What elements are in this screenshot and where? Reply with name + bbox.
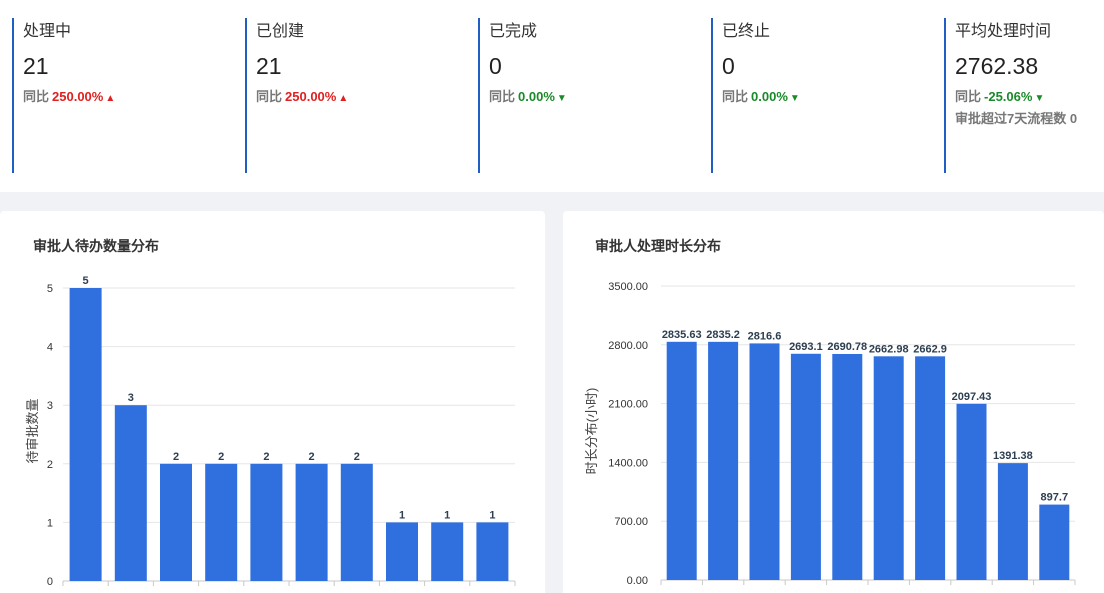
bar-value-label: 1391.38 xyxy=(993,450,1033,462)
bar-value-label: 1 xyxy=(444,509,450,521)
stat-title: 已完成 xyxy=(489,23,538,40)
bar-value-label: 1 xyxy=(489,509,495,521)
stat-card-processing[interactable]: 处理中 21 同比 250.00% ▲ xyxy=(12,18,232,173)
bar xyxy=(915,356,946,580)
stat-value: 0 xyxy=(489,53,502,79)
bar-value-label: 2 xyxy=(309,451,315,463)
bar xyxy=(476,522,509,581)
y-tick-label: 700.00 xyxy=(614,516,648,528)
bar xyxy=(340,463,373,581)
duration-chart-card: 审批人处理时长分布 0.00 700.00 1400.00 2100.00 2800.0… xyxy=(563,211,1104,593)
bar-value-label: 2662.9 xyxy=(913,343,947,355)
stat-compare: 同比 -25.06% ▼ xyxy=(955,89,1102,107)
bar xyxy=(160,463,192,581)
y-tick-label: 0 xyxy=(47,576,53,588)
trend-down-icon: ▼ xyxy=(789,93,800,104)
y-tick-label: 3 xyxy=(47,400,53,412)
bar xyxy=(997,463,1028,580)
bar-value-label: 2097.43 xyxy=(952,391,992,403)
bar-value-label: 2835.2 xyxy=(706,329,740,341)
bar xyxy=(205,463,238,581)
compare-percent: 250.00% xyxy=(52,89,104,104)
stat-value: 0 xyxy=(722,53,735,79)
bar-value-label: 3 xyxy=(128,392,134,404)
stat-compare: 同比 0.00% ▼ xyxy=(489,89,698,107)
bar-value-label: 2 xyxy=(354,451,360,463)
stat-card-terminated[interactable]: 已终止 0 同比 0.00% ▼ xyxy=(711,18,931,173)
bar-value-label: 2 xyxy=(173,451,179,463)
stat-compare: 同比 0.00% ▼ xyxy=(722,89,931,107)
y-tick-label: 4 xyxy=(47,342,53,354)
bar-value-label: 1 xyxy=(399,509,405,521)
y-tick-label: 1 xyxy=(47,517,53,529)
pending-count-bar-chart: 0 1 2 3 4 5 待审批数量 5 3 2 2 2 2 2 1 1 1 xyxy=(25,275,516,588)
bar xyxy=(295,463,328,581)
stat-title: 已创建 xyxy=(256,23,305,40)
y-tick-label: 3500.00 xyxy=(608,281,648,293)
bar xyxy=(114,405,147,581)
bar xyxy=(386,522,418,581)
bar-value-label: 2816.6 xyxy=(748,330,782,342)
bar xyxy=(1039,504,1070,580)
bar-value-label: 2690.78 xyxy=(827,341,867,353)
stat-value: 21 xyxy=(23,53,49,79)
bar-value-label: 2693.1 xyxy=(789,341,823,353)
compare-label: 同比 xyxy=(489,89,516,104)
trend-down-icon: ▼ xyxy=(556,93,567,104)
bar-value-label: 2835.63 xyxy=(662,329,702,341)
bar xyxy=(431,522,464,581)
stat-value: 2762.38 xyxy=(955,53,1039,79)
bar xyxy=(69,288,102,581)
compare-percent: -25.06% xyxy=(984,89,1033,104)
y-axis-title: 时长分布(小时) xyxy=(584,388,599,475)
trend-down-icon: ▼ xyxy=(1034,93,1045,104)
stat-value: 21 xyxy=(256,53,282,79)
bar-value-label: 897.7 xyxy=(1041,492,1069,504)
y-tick-label: 2100.00 xyxy=(608,399,648,411)
stat-card-completed[interactable]: 已完成 0 同比 0.00% ▼ xyxy=(478,18,698,173)
y-axis-title: 待审批数量 xyxy=(25,398,40,463)
bar-value-label: 2 xyxy=(218,451,224,463)
bar-value-label: 5 xyxy=(83,275,89,287)
bar-value-label: 2662.98 xyxy=(869,343,909,355)
stat-title: 处理中 xyxy=(23,23,72,40)
y-tick-label: 2800.00 xyxy=(608,340,648,352)
compare-percent: 0.00% xyxy=(751,89,788,104)
bar xyxy=(956,403,987,580)
stats-summary-bar: 处理中 21 同比 250.00% ▲ 已创建 21 同比 250.00% ▲ 已完成 … xyxy=(0,0,1104,192)
overdue-flows-note: 审批超过7天流程数 0 xyxy=(955,111,1078,126)
bar xyxy=(790,353,821,580)
stat-card-avg-time[interactable]: 平均处理时间 2762.38 同比 -25.06% ▼ 审批超过7天流程数 0 xyxy=(944,18,1102,173)
bar xyxy=(873,356,904,580)
compare-label: 同比 xyxy=(722,89,749,104)
bar xyxy=(708,341,739,580)
bar xyxy=(749,343,780,580)
compare-label: 同比 xyxy=(955,89,982,104)
y-tick-label: 5 xyxy=(47,283,53,295)
compare-percent: 250.00% xyxy=(285,89,337,104)
stat-compare: 同比 250.00% ▲ xyxy=(23,89,232,107)
bar-value-label: 2 xyxy=(263,451,269,463)
y-tick-label: 2 xyxy=(47,459,53,471)
stat-card-created[interactable]: 已创建 21 同比 250.00% ▲ xyxy=(245,18,465,173)
stat-title: 已终止 xyxy=(722,23,771,40)
bar xyxy=(666,341,697,580)
stat-title: 平均处理时间 xyxy=(955,23,1052,40)
bar xyxy=(250,463,283,581)
compare-percent: 0.00% xyxy=(518,89,555,104)
pending-count-chart-card: 审批人待办数量分布 0 1 2 3 4 5 待审批数量 5 3 2 2 2 2 2 1 1 1 xyxy=(0,211,545,593)
trend-up-icon: ▲ xyxy=(338,93,349,104)
trend-up-icon: ▲ xyxy=(105,93,116,104)
y-tick-label: 0.00 xyxy=(627,575,648,587)
bar xyxy=(832,353,863,580)
duration-bar-chart: 0.00 700.00 1400.00 2100.00 2800.00 3500.00 时长… xyxy=(584,281,1076,587)
y-tick-label: 1400.00 xyxy=(608,457,648,469)
stat-compare: 同比 250.00% ▲ xyxy=(256,89,465,107)
compare-label: 同比 xyxy=(23,89,50,104)
compare-label: 同比 xyxy=(256,89,283,104)
